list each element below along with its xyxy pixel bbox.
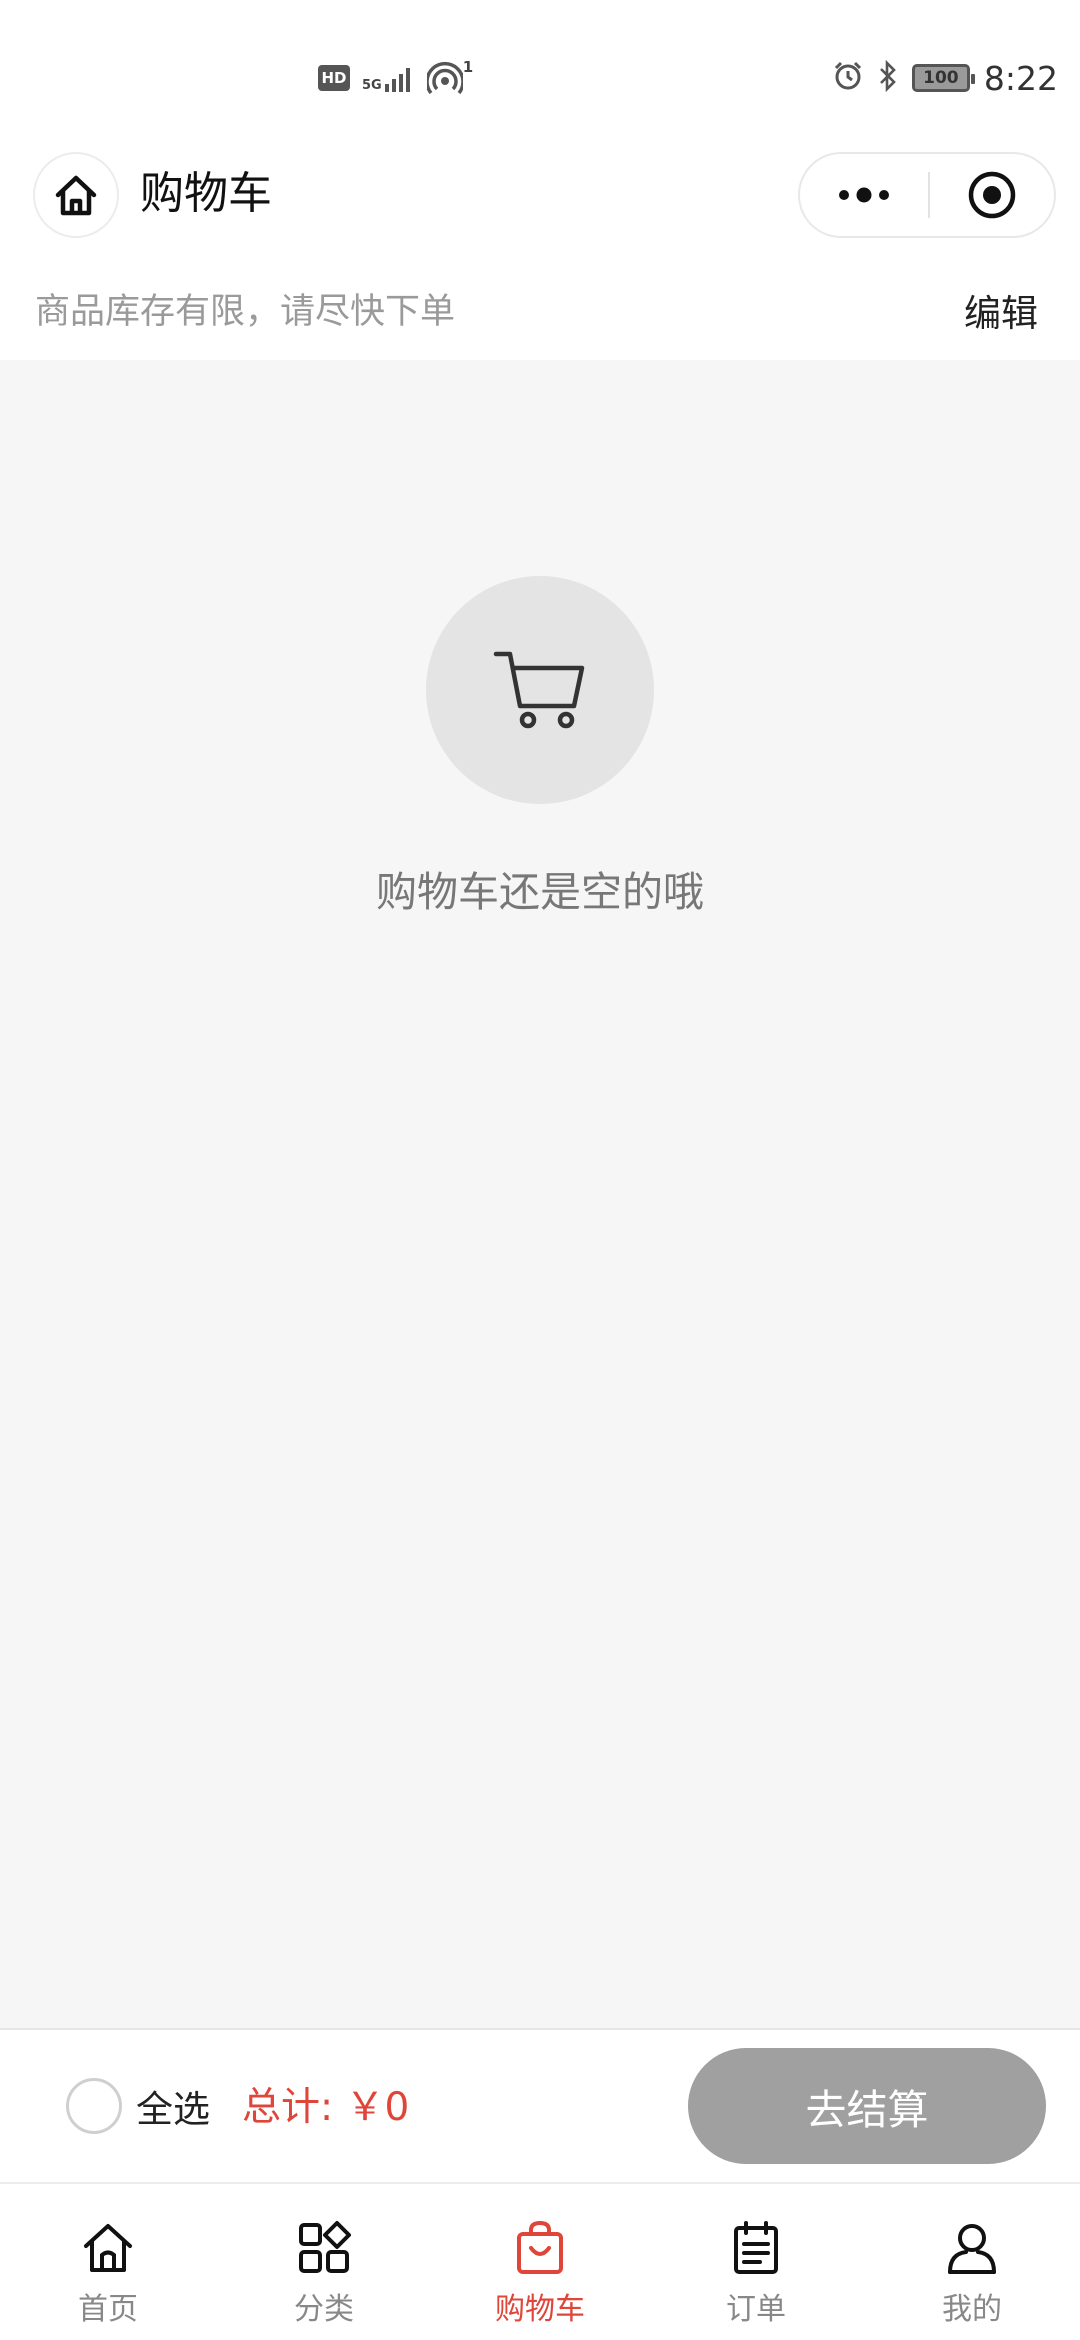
tab-profile[interactable]: 我的 <box>864 2184 1080 2340</box>
home-button[interactable] <box>33 152 119 238</box>
category-icon <box>294 2218 354 2278</box>
tab-bar: 首页 分类 购物车 订单 我的 <box>0 2182 1080 2340</box>
close-button[interactable] <box>930 154 1054 236</box>
more-icon <box>839 187 889 203</box>
battery-indicator: 100 <box>911 64 975 92</box>
select-all-label: 全选 <box>136 2088 210 2131</box>
profile-icon <box>942 2218 1002 2278</box>
alarm-icon <box>832 60 864 96</box>
shopping-bag-icon <box>510 2218 570 2278</box>
home-icon <box>55 175 97 216</box>
network-type: 5G <box>362 78 382 93</box>
hotspot-count: 1 <box>462 58 474 76</box>
empty-cart-message: 购物车还是空的哦 <box>376 868 704 916</box>
target-icon <box>968 171 1016 219</box>
home-icon <box>78 2218 138 2278</box>
stock-notice: 商品库存有限，请尽快下单 <box>35 292 456 332</box>
tab-label: 我的 <box>942 2292 1002 2327</box>
tab-category[interactable]: 分类 <box>216 2184 432 2340</box>
tab-cart[interactable]: 购物车 <box>432 2184 648 2340</box>
tab-home[interactable]: 首页 <box>0 2184 216 2340</box>
empty-cart-illustration <box>426 576 654 804</box>
tab-label: 购物车 <box>495 2292 585 2327</box>
signal-icon: 5G <box>362 64 415 92</box>
tab-label: 分类 <box>294 2292 354 2327</box>
status-left-indicators: HD 5G 1 <box>318 58 473 98</box>
edit-button[interactable]: 编辑 <box>964 290 1038 338</box>
clock: 8:22 <box>983 58 1058 98</box>
tab-label: 订单 <box>726 2292 786 2327</box>
hd-badge: HD <box>318 65 350 91</box>
bluetooth-icon <box>878 59 898 96</box>
select-all-radio[interactable] <box>66 2078 122 2134</box>
hotspot-icon: 1 <box>426 58 474 95</box>
mini-program-capsule <box>798 152 1056 238</box>
more-button[interactable] <box>800 154 928 236</box>
shopping-cart-icon <box>493 651 585 729</box>
status-right-indicators: 100 8:22 <box>832 56 1058 100</box>
order-icon <box>726 2218 786 2278</box>
checkout-button[interactable]: 去结算 <box>688 2048 1046 2164</box>
status-bar: HD 5G 1 100 8:22 <box>0 0 1080 150</box>
total-price: 总计: ￥0 <box>242 2085 410 2130</box>
page-title: 购物车 <box>140 168 272 219</box>
tab-label: 首页 <box>78 2292 138 2327</box>
select-all-toggle[interactable]: 全选 <box>66 2076 210 2136</box>
tab-orders[interactable]: 订单 <box>648 2184 864 2340</box>
